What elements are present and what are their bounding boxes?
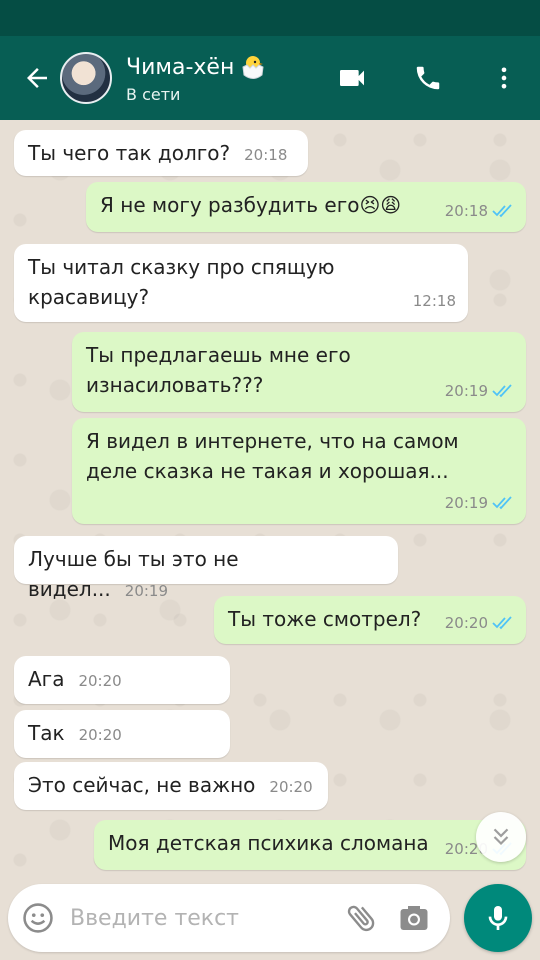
composer xyxy=(0,876,540,960)
outgoing-message[interactable]: Я не могу разбудить его😣😩 20:18 xyxy=(86,182,526,232)
message-time: 20:20 xyxy=(269,778,313,796)
back-button[interactable] xyxy=(12,36,62,120)
message-time: 20:18 xyxy=(244,146,288,164)
incoming-message[interactable]: Так 20:20 xyxy=(14,710,230,758)
double-check-icon xyxy=(492,384,512,398)
incoming-message[interactable]: Ты чего так долго? 20:18 xyxy=(14,130,308,176)
message-time: 20:19 xyxy=(444,494,488,512)
camera-button[interactable] xyxy=(396,900,432,940)
microphone-icon xyxy=(488,906,508,930)
more-vert-icon xyxy=(501,67,507,89)
message-list[interactable]: Ты чего так долго? 20:18 Я не могу разбуд… xyxy=(0,120,540,880)
outgoing-message[interactable]: Ты тоже смотрел? 20:20 xyxy=(214,596,526,644)
phone-icon xyxy=(416,66,440,90)
avatar[interactable] xyxy=(60,52,112,104)
message-time: 20:18 xyxy=(444,202,488,220)
arrow-left-icon xyxy=(27,68,47,88)
contact-name: Чима-хён xyxy=(126,54,235,80)
video-call-icon xyxy=(340,70,364,86)
outgoing-message[interactable]: Моя детская психика сломана 20:20 xyxy=(94,820,526,870)
outgoing-message[interactable]: Ты предлагаешь мне его изнасиловать??? 2… xyxy=(72,332,526,412)
message-time: 20:20 xyxy=(78,672,122,690)
contact-info[interactable]: Чима-хён В сети xyxy=(126,53,268,104)
message-time: 20:19 xyxy=(444,382,488,400)
double-check-icon xyxy=(492,204,512,218)
voice-call-button[interactable] xyxy=(410,60,446,96)
outgoing-message[interactable]: Я видел в интернете, что на самом деле с… xyxy=(72,418,526,524)
message-time: 20:20 xyxy=(444,614,488,632)
message-input-container xyxy=(8,884,450,952)
message-time: 20:20 xyxy=(78,726,122,744)
video-call-button[interactable] xyxy=(334,60,370,96)
scroll-to-bottom-button[interactable] xyxy=(476,812,526,862)
contact-status: В сети xyxy=(126,84,181,104)
incoming-message[interactable]: Ага 20:20 xyxy=(14,656,230,704)
attach-button[interactable] xyxy=(344,900,380,940)
double-check-icon xyxy=(492,616,512,630)
hatching-chick-icon xyxy=(242,55,264,79)
message-time: 20:19 xyxy=(124,582,169,600)
double-check-icon xyxy=(492,496,512,510)
incoming-message[interactable]: Это сейчас, не важно 20:20 xyxy=(14,762,328,810)
overflow-menu-button[interactable] xyxy=(486,60,522,96)
emoji-icon xyxy=(23,903,53,933)
paperclip-icon xyxy=(347,905,375,932)
voice-record-button[interactable] xyxy=(464,884,532,952)
incoming-message[interactable]: Ты читал сказку про спящую красавицу? 12… xyxy=(14,244,468,322)
emoji-button[interactable] xyxy=(8,901,68,935)
camera-icon xyxy=(400,906,428,930)
double-chevron-down-icon xyxy=(493,828,509,846)
chat-header: Чима-хён В сети xyxy=(0,36,540,120)
incoming-message[interactable]: Лучше бы ты это не видел... 20:19 xyxy=(14,536,398,601)
message-time: 12:18 xyxy=(412,292,456,310)
message-input[interactable] xyxy=(68,904,322,932)
status-bar xyxy=(0,0,540,36)
